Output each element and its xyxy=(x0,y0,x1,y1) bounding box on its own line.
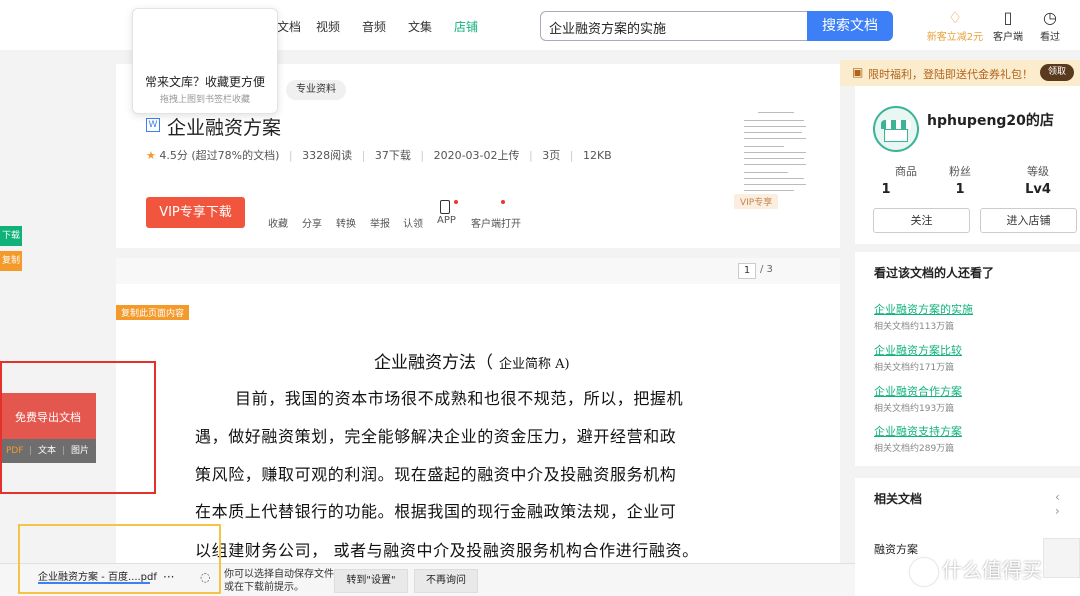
vip-only-badge: VIP专享 xyxy=(734,194,779,209)
paragraph-line: 遇，做好融资策划，完全能够解决企业的资金压力，避开经营和政 xyxy=(195,427,677,446)
page-total: / 3 xyxy=(760,264,773,275)
claim-button[interactable]: 领取 xyxy=(1040,64,1074,81)
nav-shop[interactable]: 店铺 xyxy=(454,18,478,35)
paragraph-line: 以组建财务公司， 或者与融资中介及投融资服务机构合作进行融资。 xyxy=(195,541,699,560)
history-label: 看过 xyxy=(1040,32,1060,43)
favorite-action[interactable]: 收藏 xyxy=(268,215,288,230)
shop-name[interactable]: hphupeng20的店 xyxy=(927,110,1054,130)
doc-reads: 3328阅读 xyxy=(302,149,353,162)
doc-rating-note: (超过78%的文档) xyxy=(191,149,280,162)
doc-meta: ★ 4.5分 (超过78%的文档) | 3328阅读 | 37下载 | 2020… xyxy=(146,149,612,162)
clock-icon: ◷ xyxy=(1043,8,1057,27)
watermark-logo-icon xyxy=(910,557,938,586)
also-viewed-title: 看过该文档的人还看了 xyxy=(874,266,995,280)
popup-subtitle: 拖拽上图到书签栏收藏 xyxy=(159,95,250,105)
doc-tag[interactable]: 专业资料 xyxy=(286,80,346,100)
diamond-icon: ♢ xyxy=(947,8,963,27)
shop-logo-icon[interactable] xyxy=(873,106,919,152)
also-viewed-count: 相关文档约289万篇 xyxy=(874,444,955,454)
download-message: 你可以选择自动保存文件或在下载前提示。 xyxy=(224,569,334,593)
stat-value: 1 xyxy=(881,182,891,197)
promo-text: 限时福利，登陆即送代金券礼包！ xyxy=(868,68,1033,81)
doc-pages: 3页 xyxy=(542,149,561,162)
app-action[interactable]: APP xyxy=(437,215,456,226)
side-copy-tab[interactable]: 复制 xyxy=(0,251,22,271)
search-button[interactable]: 搜索文档 xyxy=(807,11,893,41)
claim-action[interactable]: 认领 xyxy=(403,215,423,230)
also-viewed-link[interactable]: 企业融资方案的实施 xyxy=(874,301,973,317)
word-file-icon: W xyxy=(146,118,160,132)
notification-dot xyxy=(501,200,505,204)
side-download-tab[interactable]: 下载 xyxy=(0,226,22,246)
paragraph-line: 策风险，赚取可观的利润。现在盛起的融资中介及投融资服务机构 xyxy=(195,465,677,484)
nav-collections[interactable]: 文集 xyxy=(408,18,432,35)
phone-icon xyxy=(440,200,450,214)
highlight-box-red xyxy=(0,361,156,494)
star-icon: ★ xyxy=(146,149,156,162)
report-action[interactable]: 举报 xyxy=(370,215,390,230)
watermark: 什么值得买 xyxy=(910,554,1042,586)
nav-docs[interactable]: 文档 xyxy=(277,18,301,35)
promo-banner: ▣ 限时福利，登陆即送代金券礼包！ 领取 xyxy=(840,60,1080,86)
stat-label: 商品 xyxy=(895,165,917,178)
related-docs-title: 相关文档 xyxy=(874,492,923,506)
carousel-arrows[interactable]: ‹ › xyxy=(1055,490,1080,518)
share-action[interactable]: 分享 xyxy=(302,215,322,230)
client-label: 客户端 xyxy=(993,32,1023,43)
doc-heading: 企业融资方法（ 企业简称 A) xyxy=(374,348,570,373)
go-to-settings-button[interactable]: 转到"设置" xyxy=(334,569,408,593)
also-viewed-card: 看过该文档的人还看了 企业融资方案的实施 相关文档约113万篇 企业融资方案比较… xyxy=(855,252,1080,466)
vip-discount-link[interactable]: ♢ 新客立减2元 xyxy=(925,8,985,43)
nav-audio[interactable]: 音频 xyxy=(362,18,386,35)
doc-downloads: 37下载 xyxy=(374,149,411,162)
stat-label: 等级 xyxy=(1027,165,1049,178)
also-viewed-link[interactable]: 企业融资支持方案 xyxy=(874,423,962,439)
also-viewed-count: 相关文档约171万篇 xyxy=(874,363,955,373)
search-input[interactable]: 企业融资方案的实施 xyxy=(540,11,808,41)
popup-title: 常来文库？收藏更方便 xyxy=(144,75,265,89)
watermark-text: 什么值得买 xyxy=(942,558,1042,582)
nav-video[interactable]: 视频 xyxy=(316,18,340,35)
doc-heading-sub: 企业简称 A) xyxy=(499,357,570,372)
also-viewed-count: 相关文档约113万篇 xyxy=(874,322,955,332)
copy-page-button[interactable]: 复制此页面内容 xyxy=(116,305,190,320)
shop-card: hphupeng20的店 商品 粉丝 等级 1 1 Lv4 关注 进入店铺 xyxy=(855,86,1080,244)
doc-heading-main: 企业融资方法（ xyxy=(374,353,493,373)
stat-label: 粉丝 xyxy=(949,165,971,178)
bookmark-popup: 常来文库？收藏更方便 拖拽上图到书签栏收藏 xyxy=(132,8,278,114)
open-in-client-action[interactable]: 客户端打开 xyxy=(471,215,521,230)
paragraph-line: 在本质上代替银行的功能。根据我国的现行金融政策法规，企业可 xyxy=(195,502,677,521)
doc-upload-date: 2020-03-02上传 xyxy=(433,149,520,162)
doc-thumbnail[interactable] xyxy=(736,108,818,208)
gift-icon: ▣ xyxy=(852,65,864,79)
enter-shop-button[interactable]: 进入店铺 xyxy=(980,208,1077,233)
stat-value: Lv4 xyxy=(1025,182,1051,197)
notification-dot xyxy=(454,200,458,204)
paragraph-line: 目前，我国的资本市场很不成熟和也很不规范，所以，把握机 xyxy=(235,389,684,408)
highlight-box-yellow xyxy=(18,524,221,594)
history-link[interactable]: ◷ 看过 xyxy=(1020,8,1080,43)
stat-value: 1 xyxy=(955,182,965,197)
also-viewed-link[interactable]: 企业融资方案比较 xyxy=(874,342,962,358)
doc-rating: 4.5分 xyxy=(159,149,188,162)
follow-button[interactable]: 关注 xyxy=(873,208,970,233)
pager-bar: 1 / 3 xyxy=(116,258,840,284)
also-viewed-count: 相关文档约193万篇 xyxy=(874,404,955,414)
related-doc-thumbnail[interactable] xyxy=(1043,538,1080,578)
document-page: 复制此页面内容 企业融资方法（ 企业简称 A) 目前，我国的资本市场很不成熟和也很… xyxy=(116,284,840,574)
also-viewed-link[interactable]: 企业融资合作方案 xyxy=(874,383,962,399)
vip-download-button[interactable]: VIP专享下载 xyxy=(146,197,245,228)
doc-title: 企业融资方案 xyxy=(167,117,282,139)
convert-action[interactable]: 转换 xyxy=(336,215,356,230)
page-number-input[interactable]: 1 xyxy=(738,263,756,279)
dont-ask-again-button[interactable]: 不再询问 xyxy=(414,569,478,593)
doc-size: 12KB xyxy=(582,149,612,162)
vip-discount-label: 新客立减2元 xyxy=(926,32,984,43)
